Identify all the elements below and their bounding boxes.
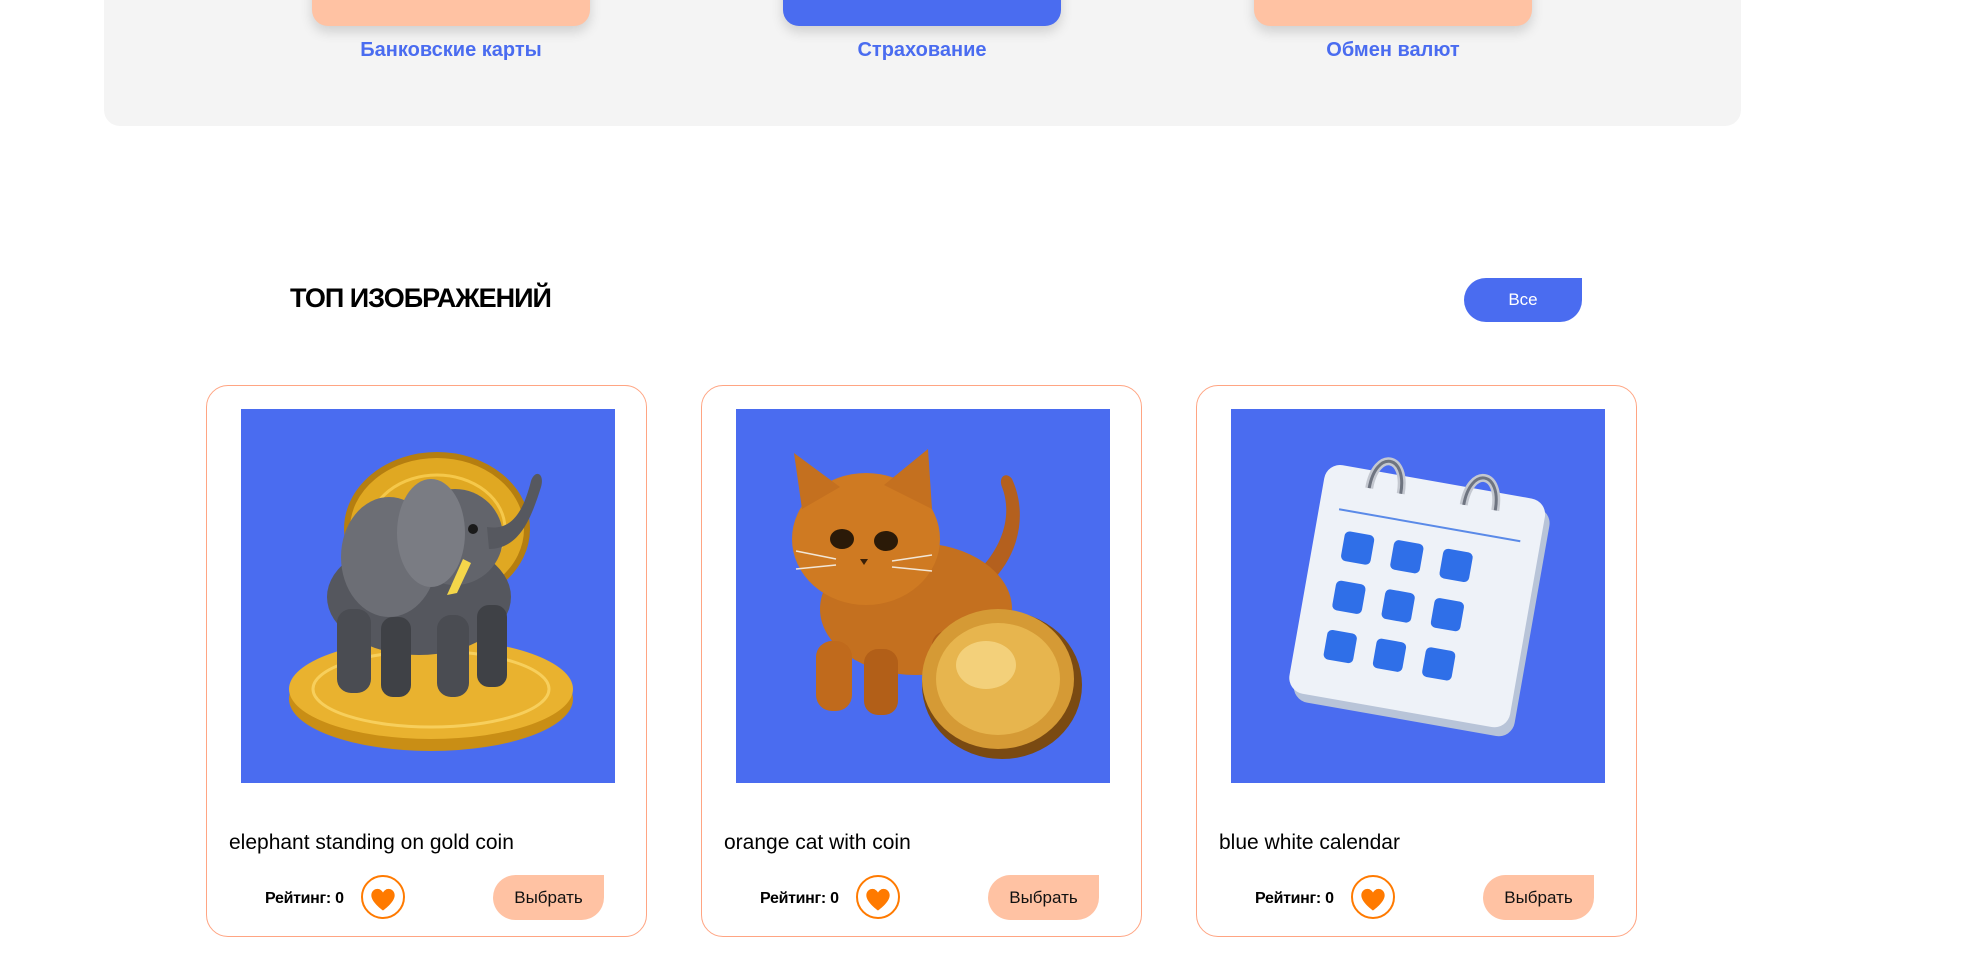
service-label[interactable]: Банковские карты [312, 39, 590, 62]
calendar-illustration [1231, 409, 1605, 783]
section-title: ТОП ИЗОБРАЖЕНИЙ [290, 283, 552, 313]
choose-button[interactable]: Выбрать [988, 875, 1099, 920]
heart-icon [1361, 888, 1385, 910]
heart-icon [371, 888, 395, 910]
service-tile[interactable] [783, 0, 1061, 26]
card-title: blue white calendar [1219, 831, 1400, 854]
choose-button[interactable]: Выбрать [493, 875, 604, 920]
rating-label: Рейтинг: 0 [265, 890, 344, 907]
like-button[interactable] [361, 875, 405, 919]
service-label[interactable]: Страхование [783, 39, 1061, 62]
card-title: elephant standing on gold coin [229, 831, 514, 854]
show-all-button[interactable]: Все [1464, 278, 1582, 322]
services-panel: Банковские карты Страхование Обмен валют [104, 0, 1741, 126]
elephant-coin-image[interactable] [241, 409, 615, 783]
choose-button[interactable]: Выбрать [1483, 875, 1594, 920]
heart-icon [866, 888, 890, 910]
cat-coin-illustration [736, 409, 1110, 783]
card-title: orange cat with coin [724, 831, 911, 854]
rating-label: Рейтинг: 0 [1255, 890, 1334, 907]
image-card: blue white calendar Рейтинг: 0 Выбрать [1196, 385, 1637, 937]
service-tile[interactable] [1254, 0, 1532, 26]
cat-coin-image[interactable] [736, 409, 1110, 783]
elephant-coin-illustration [241, 409, 615, 783]
like-button[interactable] [1351, 875, 1395, 919]
calendar-image[interactable] [1231, 409, 1605, 783]
rating-label: Рейтинг: 0 [760, 890, 839, 907]
service-label[interactable]: Обмен валют [1254, 39, 1532, 62]
image-card: orange cat with coin Рейтинг: 0 Выбрать [701, 385, 1142, 937]
like-button[interactable] [856, 875, 900, 919]
image-card: elephant standing on gold coin Рейтинг: … [206, 385, 647, 937]
service-tile[interactable] [312, 0, 590, 26]
